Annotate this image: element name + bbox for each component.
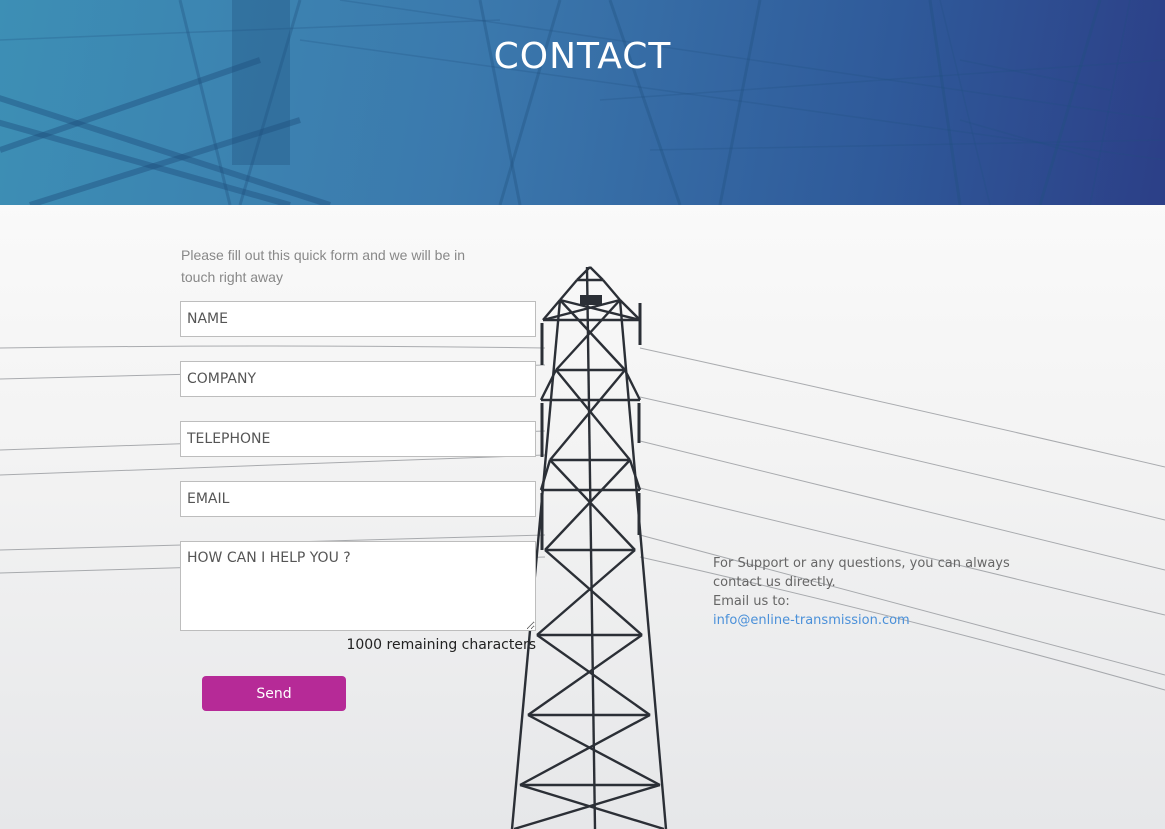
message-textarea[interactable] [180,541,536,631]
remaining-characters-counter: 1000 remaining characters [346,637,536,653]
page-title: CONTACT [493,36,672,77]
name-input[interactable] [180,301,536,337]
company-input[interactable] [180,361,536,397]
header-background-image [0,0,1165,205]
contact-page: CONTACT Please fill out this quick form … [0,0,1165,829]
telephone-input[interactable] [180,421,536,457]
send-button[interactable]: Send [202,676,346,711]
form-intro-text: Please fill out this quick form and we w… [181,247,466,285]
email-input[interactable] [180,481,536,517]
email-us-label: Email us to: [713,594,790,609]
header-banner: CONTACT [0,0,1165,205]
contact-info: For Support or any questions, you can al… [713,554,1013,630]
support-text: For Support or any questions, you can al… [713,556,1010,590]
transmission-tower-illustration [0,266,1165,829]
support-email-link[interactable]: info@enline-transmission.com [713,613,910,628]
